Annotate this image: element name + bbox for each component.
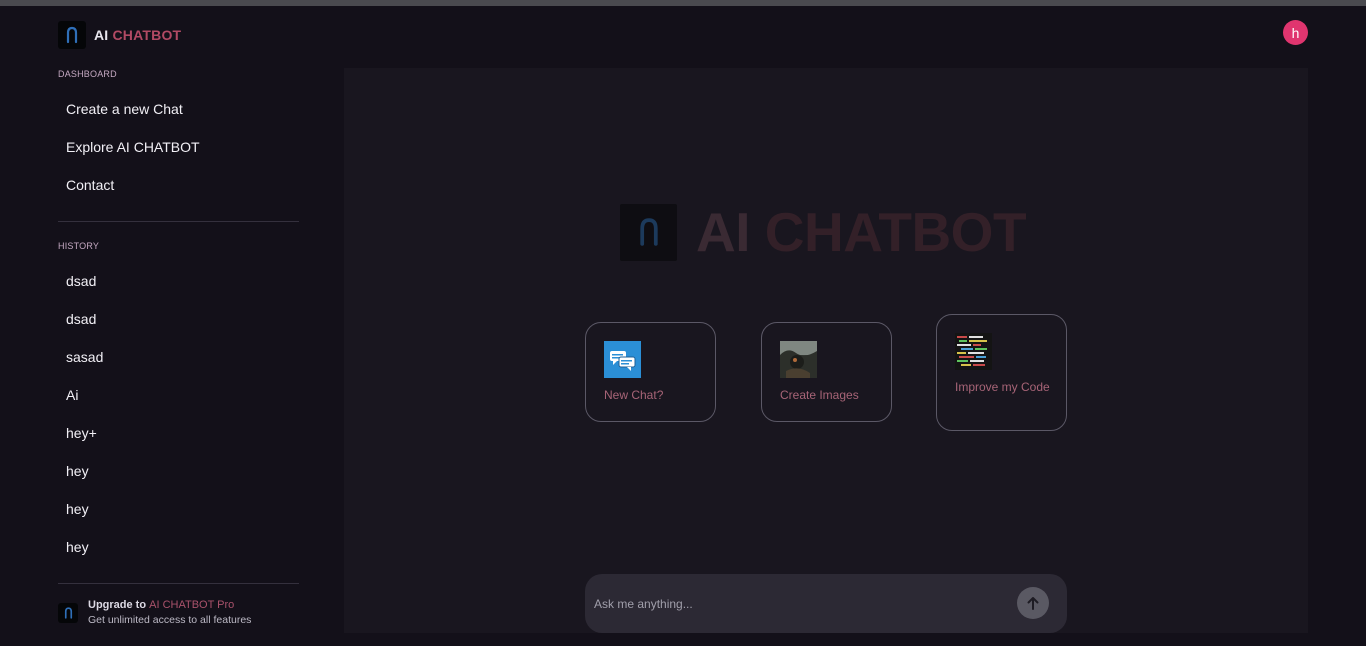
history-section-label: HISTORY xyxy=(58,241,100,251)
history-item[interactable]: Ai xyxy=(66,387,78,403)
dashboard-section-label: DASHBOARD xyxy=(58,69,117,79)
history-item[interactable]: dsad xyxy=(66,311,96,327)
hero-chatbot: CHATBOT xyxy=(764,201,1027,263)
app-logo-icon xyxy=(58,603,78,623)
upgrade-prefix: Upgrade to xyxy=(88,599,147,611)
history-item[interactable]: hey xyxy=(66,501,89,517)
new-chat-card[interactable]: New Chat? xyxy=(585,322,716,422)
brand-chatbot: CHATBOT xyxy=(112,27,182,43)
create-images-card[interactable]: Create Images xyxy=(761,322,892,422)
sidebar-divider xyxy=(58,221,299,222)
app-logo-icon xyxy=(620,203,677,261)
brand-ai: AI xyxy=(94,27,109,43)
upgrade-pro-banner[interactable]: Upgrade to AI CHATBOT Pro Get unlimited … xyxy=(58,598,251,628)
brand-name: AI CHATBOT xyxy=(94,27,181,43)
upgrade-subtitle: Get unlimited access to all features xyxy=(88,614,252,626)
upgrade-pro-name: AI CHATBOT Pro xyxy=(149,599,235,611)
card-label: New Chat? xyxy=(604,388,664,402)
sidebar-item-create-new-chat[interactable]: Create a new Chat xyxy=(66,101,183,117)
card-label: Improve my Code xyxy=(955,380,1050,394)
sidebar-divider xyxy=(58,583,299,584)
hero-title: AI CHATBOT xyxy=(696,201,1027,263)
improve-code-card[interactable]: Improve my Code xyxy=(936,314,1067,431)
arrow-up-icon xyxy=(1027,597,1039,610)
history-item[interactable]: hey xyxy=(66,463,89,479)
sidebar-item-explore[interactable]: Explore AI CHATBOT xyxy=(66,139,200,155)
chat-input[interactable] xyxy=(594,594,1004,614)
history-item[interactable]: dsad xyxy=(66,273,96,289)
card-label: Create Images xyxy=(780,388,859,402)
history-item[interactable]: hey+ xyxy=(66,425,97,441)
send-button[interactable] xyxy=(1017,587,1049,619)
upgrade-title: Upgrade to AI CHATBOT Pro xyxy=(88,598,251,613)
sidebar-item-contact[interactable]: Contact xyxy=(66,177,114,193)
chat-bubbles-icon xyxy=(604,341,641,378)
hero-brand: AI CHATBOT xyxy=(620,201,1027,263)
image-thumbnail-icon xyxy=(780,341,817,378)
user-avatar[interactable]: h xyxy=(1283,20,1308,45)
app-logo-icon xyxy=(58,21,86,49)
brand[interactable]: AI CHATBOT xyxy=(58,21,181,49)
history-item[interactable]: hey xyxy=(66,539,89,555)
code-thumbnail-icon xyxy=(955,333,992,370)
chat-input-bar xyxy=(585,574,1067,633)
hero-ai: AI xyxy=(696,201,751,263)
history-item[interactable]: sasad xyxy=(66,349,103,365)
